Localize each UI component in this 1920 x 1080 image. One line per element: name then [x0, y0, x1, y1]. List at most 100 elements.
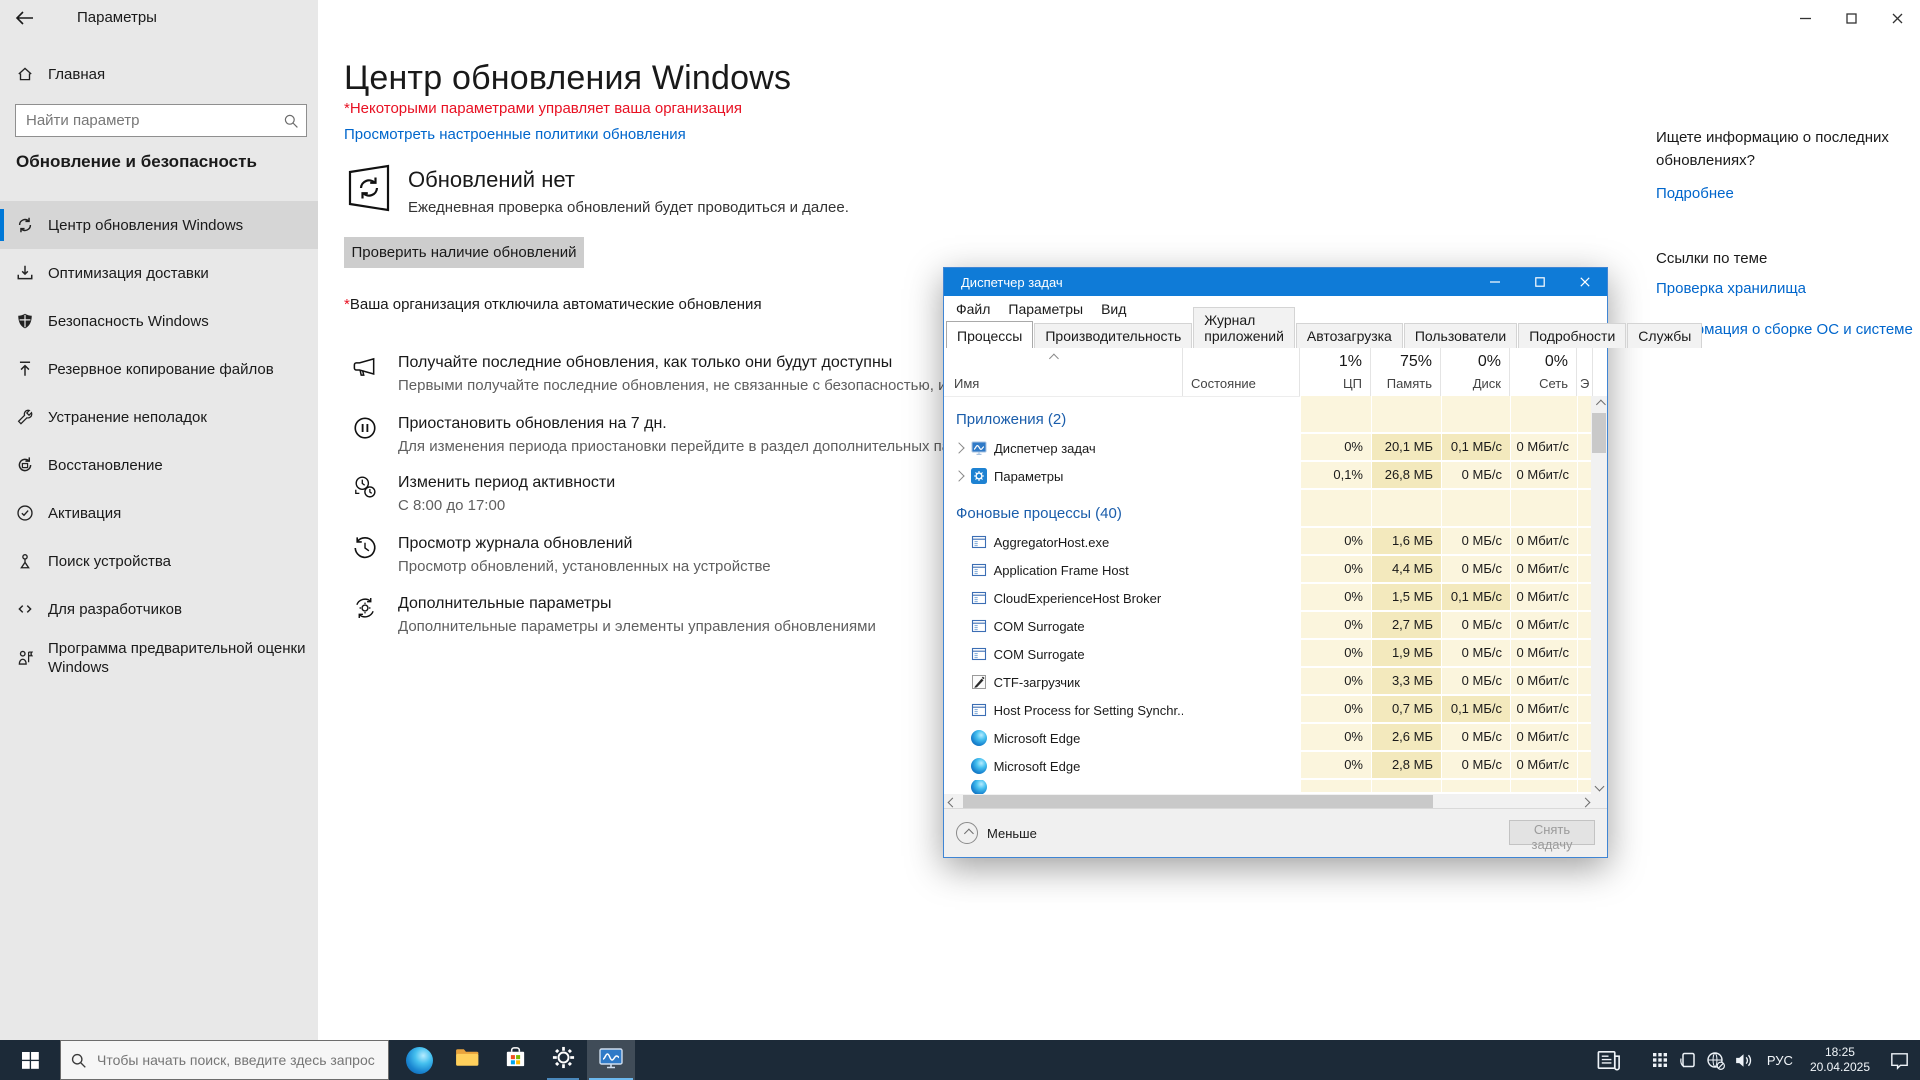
tab-active[interactable]: Процессы — [946, 321, 1034, 348]
update-status-heading: Обновлений нет — [408, 167, 575, 192]
network-globe-icon[interactable] — [1702, 1040, 1730, 1080]
process-row[interactable]: CTF-загрузчик 0% 3,3 МБ 0 МБ/с 0 Мбит/с — [944, 668, 1593, 696]
sidebar-item[interactable]: Программа предварительной оценки Windows — [0, 633, 318, 683]
menu-item[interactable]: Файл — [947, 301, 999, 317]
window-icon — [971, 618, 987, 634]
column-disk[interactable]: 0% Диск — [1441, 348, 1510, 396]
disk-cell: 0 МБ/с — [1441, 640, 1510, 668]
tab-inactive[interactable]: Автозагрузка — [1295, 323, 1403, 348]
learn-more-link[interactable]: Подробнее — [1656, 185, 1920, 202]
sidebar-item[interactable]: Центр обновления Windows — [0, 201, 318, 249]
minimize-icon[interactable] — [1782, 0, 1828, 36]
start-button[interactable] — [0, 1040, 60, 1080]
tm-maximize-icon[interactable] — [1517, 268, 1562, 296]
process-row[interactable]: AggregatorHost.exe 0% 1,6 МБ 0 МБ/с 0 Мбит/с — [944, 528, 1593, 556]
tab-inactive[interactable]: Подробности — [1518, 323, 1627, 348]
pen-icon — [971, 674, 987, 690]
process-row[interactable]: Параметры 0,1% 26,8 МБ 0 МБ/с 0 Мбит/с — [944, 462, 1593, 490]
process-name: COM Surrogate — [993, 618, 1085, 634]
expand-chevron-icon[interactable] — [953, 470, 965, 482]
vertical-scrollbar[interactable] — [1591, 396, 1607, 794]
check-storage-link[interactable]: Проверка хранилища — [1656, 280, 1920, 297]
column-partial[interactable]: Э — [1577, 348, 1593, 396]
sidebar-item[interactable]: Поиск устройства — [0, 537, 318, 585]
process-row[interactable]: CloudExperienceHost Broker 0% 1,5 МБ 0,1 МБ… — [944, 584, 1593, 612]
option-subtitle: Для изменения периода приостановки перей… — [398, 438, 1017, 455]
column-memory[interactable]: 75% Память — [1371, 348, 1441, 396]
taskbar-edge-button[interactable] — [395, 1040, 443, 1080]
edge-icon — [970, 758, 987, 774]
process-row[interactable]: COM Surrogate 0% 1,9 МБ 0 МБ/с 0 Мбит/с — [944, 640, 1593, 668]
process-row-partial[interactable] — [944, 780, 1593, 794]
clock[interactable]: 18:25 20.04.2025 — [1802, 1045, 1878, 1075]
stat-cell-empty — [1300, 500, 1371, 528]
taskbar-search-input[interactable] — [95, 1051, 388, 1069]
tab-inactive[interactable]: Производительность — [1034, 323, 1193, 348]
column-name[interactable]: Имя — [944, 348, 1183, 396]
taskmgr-icon — [971, 440, 987, 456]
status-cell — [1183, 668, 1300, 696]
cpu-cell: 0% — [1300, 434, 1371, 462]
end-task-button[interactable]: Снять задачу — [1509, 820, 1595, 852]
tab-inactive[interactable]: Журнал приложений — [1193, 307, 1295, 348]
tab-inactive[interactable]: Пользователи — [1403, 323, 1518, 348]
column-cpu[interactable]: 1% ЦП — [1300, 348, 1371, 396]
check-updates-button[interactable]: Проверить наличие обновлений — [344, 237, 584, 268]
sidebar-item[interactable]: Оптимизация доставки — [0, 249, 318, 297]
sidebar-item[interactable]: Восстановление — [0, 441, 318, 489]
hidden-icons-grid-icon[interactable] — [1646, 1040, 1674, 1080]
back-icon[interactable] — [14, 8, 36, 28]
taskbar-task-manager-button[interactable] — [587, 1040, 635, 1080]
process-row[interactable]: Microsoft Edge 0% 2,8 МБ 0 МБ/с 0 Мбит/с — [944, 752, 1593, 780]
process-group-header[interactable]: Фоновые процессы (40) — [944, 500, 1593, 528]
tab-inactive[interactable]: Службы — [1627, 323, 1703, 348]
menu-item[interactable]: Вид — [1092, 301, 1135, 317]
news-widget-icon[interactable] — [1586, 1040, 1632, 1080]
tm-close-icon[interactable] — [1562, 268, 1607, 296]
process-row[interactable]: Диспетчер задач 0% 20,1 МБ 0,1 МБ/с 0 Мбит/с — [944, 434, 1593, 462]
task-manager-titlebar[interactable]: Диспетчер задач — [944, 268, 1607, 296]
process-row[interactable]: Application Frame Host 0% 4,4 МБ 0 МБ/с 0 Мб… — [944, 556, 1593, 584]
column-status[interactable]: Состояние — [1183, 348, 1300, 396]
vertical-scroll-thumb[interactable] — [1592, 413, 1606, 453]
menu-item[interactable]: Параметры — [999, 301, 1092, 317]
disk-cell: 0 МБ/с — [1441, 668, 1510, 696]
process-group-header[interactable]: Приложения (2) — [944, 406, 1593, 434]
sidebar-item[interactable]: Устранение неполадок — [0, 393, 318, 441]
status-cell — [1183, 696, 1300, 724]
sidebar-item[interactable]: Резервное копирование файлов — [0, 345, 318, 393]
sidebar-item[interactable]: Активация — [0, 489, 318, 537]
sidebar-item[interactable]: Безопасность Windows — [0, 297, 318, 345]
process-row[interactable]: COM Surrogate 0% 2,7 МБ 0 МБ/с 0 Мбит/с — [944, 612, 1593, 640]
view-update-policies-link[interactable]: Просмотреть настроенные политики обновле… — [344, 126, 686, 143]
sidebar-item-home[interactable]: Главная — [0, 52, 318, 96]
stat-cell-empty — [1371, 406, 1441, 434]
horizontal-scroll-thumb[interactable] — [963, 795, 1433, 809]
sidebar-item[interactable]: Для разработчиков — [0, 585, 318, 633]
update-icon — [16, 216, 34, 234]
tm-minimize-icon[interactable] — [1472, 268, 1517, 296]
language-indicator[interactable]: РУС — [1758, 1053, 1802, 1068]
tablet-mode-icon[interactable] — [1674, 1040, 1702, 1080]
volume-icon[interactable] — [1730, 1040, 1758, 1080]
taskbar-explorer-button[interactable] — [443, 1040, 491, 1080]
stat-cell-empty — [1300, 780, 1371, 794]
chevron-up-circle-icon — [956, 822, 978, 844]
settings-search-input[interactable] — [16, 112, 276, 129]
wrench-icon — [16, 408, 34, 426]
task-manager-title: Диспетчер задач — [961, 274, 1063, 290]
taskbar-store-button[interactable] — [491, 1040, 539, 1080]
column-network[interactable]: 0% Сеть — [1510, 348, 1577, 396]
scroll-up-icon[interactable] — [1591, 396, 1607, 412]
search-icon[interactable] — [276, 113, 306, 129]
fewer-details-button[interactable]: Меньше — [956, 822, 1037, 844]
expand-chevron-icon[interactable] — [953, 442, 965, 454]
process-row[interactable]: Microsoft Edge 0% 2,6 МБ 0 МБ/с 0 Мбит/с — [944, 724, 1593, 752]
scroll-down-icon[interactable] — [1591, 778, 1607, 794]
process-row[interactable]: Host Process for Setting Synchr... 0% 0,7 … — [944, 696, 1593, 724]
taskbar-settings-button[interactable] — [539, 1040, 587, 1080]
action-center-icon[interactable] — [1878, 1040, 1920, 1080]
maximize-icon[interactable] — [1828, 0, 1874, 36]
sidebar-item-label: Оптимизация доставки — [48, 264, 209, 282]
close-icon[interactable] — [1874, 0, 1920, 36]
